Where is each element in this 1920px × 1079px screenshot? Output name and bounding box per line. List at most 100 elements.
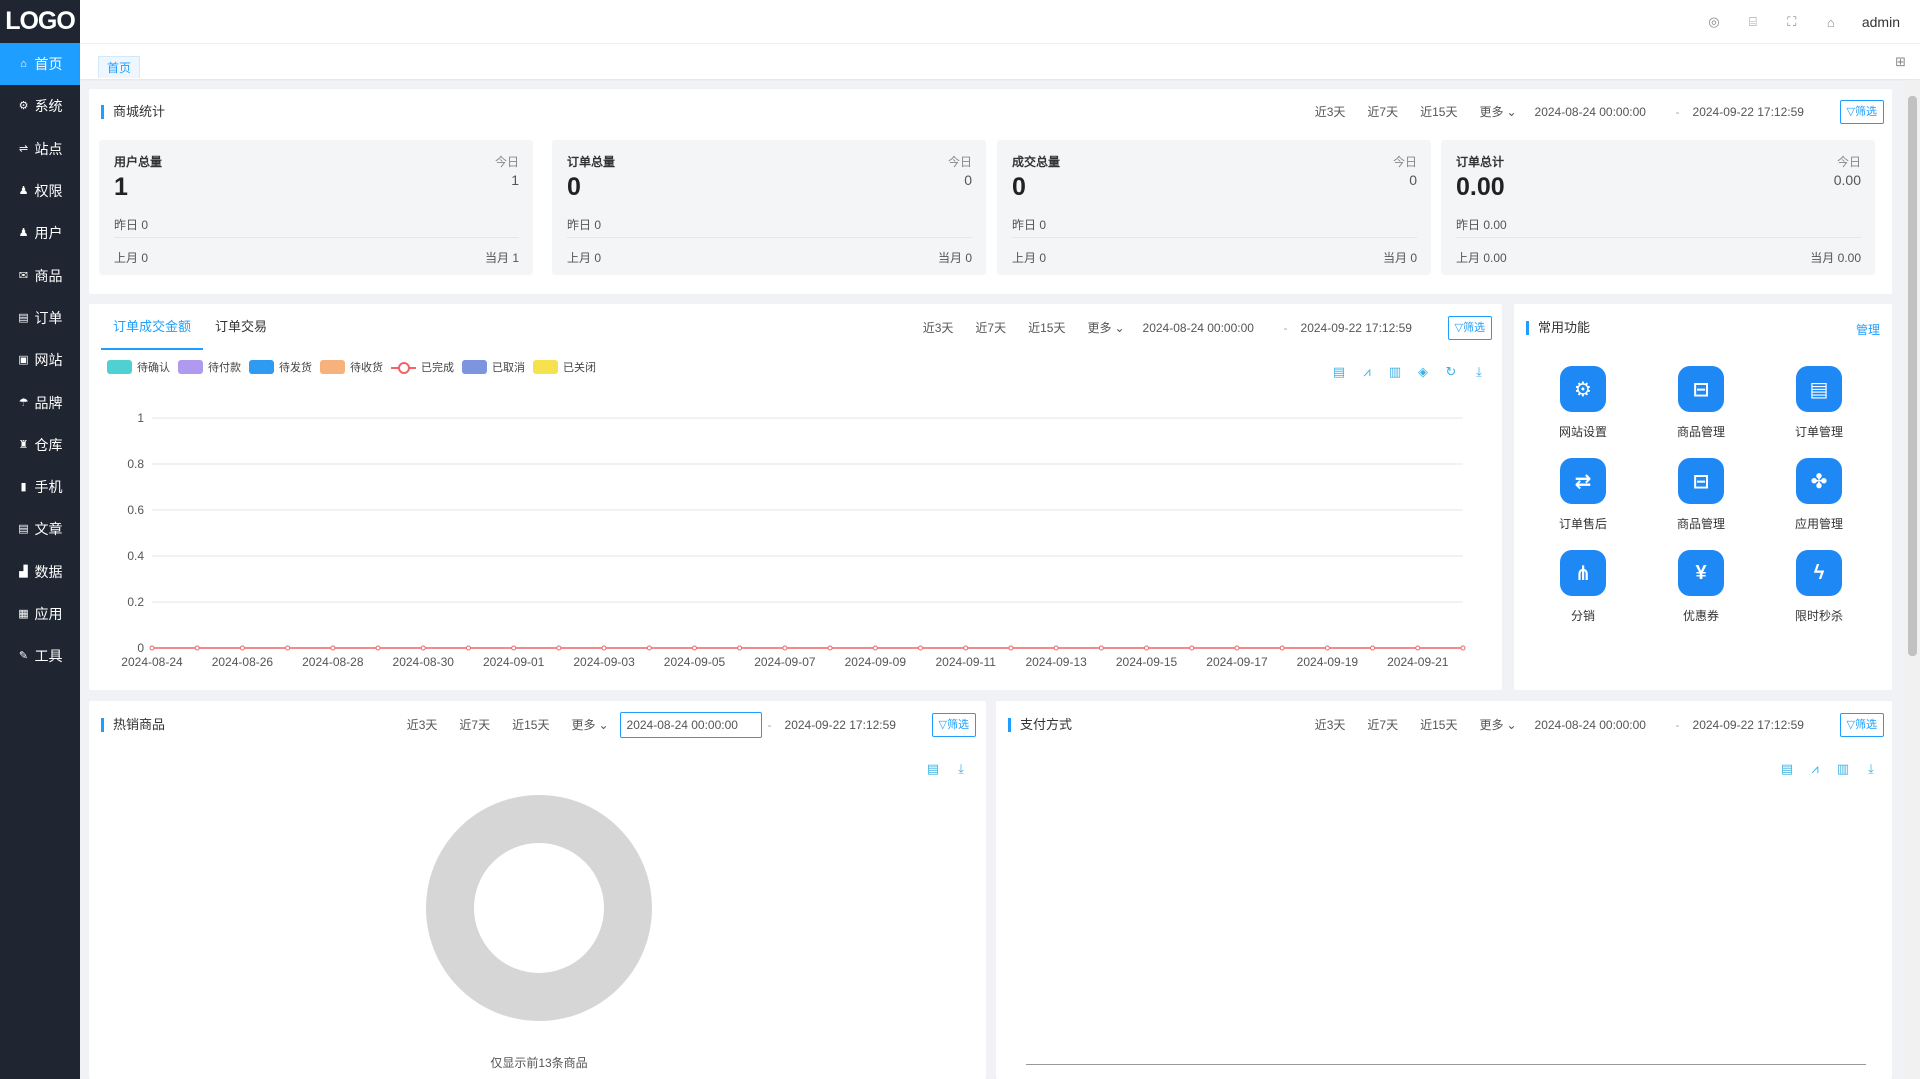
clear-cache-icon[interactable]: ⌸ [1745, 14, 1761, 30]
tabs-menu-icon[interactable]: ⊞ [1895, 54, 1906, 70]
data-point [827, 645, 833, 651]
sidebar-item-label: 首页 [34, 56, 63, 73]
y-tick-label: 0.2 [127, 595, 144, 609]
sidebar-item-label: 应用 [34, 606, 63, 622]
sidebar-item-tools[interactable]: ✎ 工具 [0, 635, 80, 677]
quick-item-coupon[interactable]: ¥ 优惠券 [1642, 550, 1760, 624]
line-chart-icon[interactable]: ⩘ [1808, 761, 1822, 776]
card-title: 用户总量 [114, 155, 163, 169]
range-3d-button[interactable]: 近3天 [1304, 713, 1357, 737]
x-tick-label: 2024-08-26 [212, 655, 274, 669]
sidebar-item-system[interactable]: ⚙ 系统 [0, 85, 80, 127]
mall-stats-filters: 近3天 近7天 近15天 更多⌄ - ▽筛选 [1304, 99, 1884, 125]
hot-goods-donut [426, 795, 652, 1021]
sidebar-item-warehouse[interactable]: ♜ 仓库 [0, 424, 80, 466]
sidebar-item-site[interactable]: ⇌ 站点 [0, 128, 80, 170]
panel-title: 商城统计 [101, 105, 165, 119]
payment-panel: 支付方式 近3天 近7天 近15天 更多⌄ - ▽筛选 ▤ ⩘ ▥ ⤓ [996, 701, 1892, 1079]
range-3d-button[interactable]: 近3天 [1304, 100, 1357, 124]
data-view-icon[interactable]: ▤ [1780, 761, 1794, 776]
card-last-month: 上月 0 [114, 251, 149, 265]
range-7d-button[interactable]: 近7天 [1356, 713, 1409, 737]
chevron-down-icon: ⌄ [1506, 105, 1517, 119]
quick-item-distribution[interactable]: ⋔ 分销 [1524, 550, 1642, 624]
card-main-value: 1 [114, 173, 128, 201]
data-point [1370, 645, 1376, 651]
quick-item-goods-manage-2[interactable]: ⊟ 商品管理 [1642, 458, 1760, 532]
quick-item-flash-sale[interactable]: ϟ 限时秒杀 [1760, 550, 1878, 624]
stat-card-users: 用户总量 今日 1 1 昨日 0 上月 0 当月 1 [99, 140, 533, 275]
quick-item-app-manage[interactable]: ✤ 应用管理 [1760, 458, 1878, 532]
quick-item-order-manage[interactable]: ▤ 订单管理 [1760, 366, 1878, 440]
panel-title: 常用功能 [1526, 321, 1590, 335]
x-tick-label: 2024-09-05 [664, 655, 726, 669]
download-icon[interactable]: ⤓ [1864, 761, 1878, 776]
palette-icon[interactable]: ◎ [1706, 14, 1722, 30]
card-today-value: 1 [511, 172, 519, 188]
data-point [1415, 645, 1421, 651]
filter-button[interactable]: ▽筛选 [1839, 713, 1884, 737]
sidebar-item-website[interactable]: ▣ 网站 [0, 339, 80, 381]
sidebar-item-order[interactable]: ▤ 订单 [0, 297, 80, 339]
quick-label: 订单管理 [1794, 425, 1843, 439]
bar-chart-icon[interactable]: ▥ [1836, 761, 1850, 776]
sidebar-item-brand[interactable]: ☂ 品牌 [0, 381, 80, 423]
quick-item-site-settings[interactable]: ⚙ 网站设置 [1524, 366, 1642, 440]
article-icon: ▤ [18, 523, 29, 536]
sidebar-item-permission[interactable]: ♟ 权限 [0, 170, 80, 212]
x-tick-label: 2024-09-11 [935, 655, 996, 669]
header-actions: ◎ ⌸ ⛶ ⌂ admin [1706, 0, 1900, 44]
more-dropdown[interactable]: 更多 ⌄ [1468, 713, 1527, 737]
start-date-input[interactable] [1527, 712, 1670, 738]
more-dropdown[interactable]: 更多 ⌄ [1468, 100, 1527, 124]
quick-item-after-sales[interactable]: ⇄ 订单售后 [1524, 458, 1642, 532]
end-date-input[interactable] [1685, 99, 1828, 125]
manage-link[interactable]: 管理 [1856, 321, 1880, 338]
order-chart: 0 0.2 0.4 0.6 0.8 1 2024-08-24 2024-08-26 2024-0… [121, 411, 1466, 669]
sidebar-item-label: 商品 [34, 267, 63, 284]
flash-icon: ϟ [1796, 550, 1842, 596]
sidebar-item-article[interactable]: ▤ 文章 [0, 508, 80, 550]
data-point [1053, 645, 1059, 651]
card-today-label: 今日 [947, 155, 972, 169]
data-point [1234, 645, 1240, 651]
logo: LOGO [5, 7, 76, 35]
quick-label: 限时秒杀 [1794, 609, 1843, 623]
data-point [872, 645, 878, 651]
filter-icon: ▽ [1846, 719, 1855, 731]
quick-grid: ⚙ 网站设置 ⊟ 商品管理 ▤ 订单管理 ⇄ 订单售后 ⊟ 商品管理 ✤ 应用管理 ⋔ 分销 … [1524, 366, 1878, 624]
card-last-month: 上月 0 [1012, 251, 1047, 265]
card-title: 订单总量 [567, 155, 616, 169]
start-date-input[interactable] [1527, 99, 1670, 125]
fullscreen-icon[interactable]: ⛶ [1784, 14, 1800, 30]
quick-item-goods-manage[interactable]: ⊟ 商品管理 [1642, 366, 1760, 440]
data-point [330, 645, 336, 651]
card-today-value: 0.00 [1833, 172, 1861, 188]
card-yesterday: 昨日 0 [567, 218, 602, 232]
tab-home[interactable]: 首页 [98, 56, 141, 78]
end-date-input[interactable] [1685, 712, 1828, 738]
donut-ring [426, 795, 652, 1021]
range-15d-button[interactable]: 近15天 [1409, 100, 1468, 124]
sidebar-item-mobile[interactable]: ▮ 手机 [0, 466, 80, 508]
more-label: 更多 [1479, 105, 1504, 119]
sidebar-item-goods[interactable]: ✉ 商品 [0, 254, 80, 296]
x-tick-label: 2024-09-01 [483, 655, 545, 669]
user-menu[interactable]: admin [1862, 14, 1900, 30]
range-15d-button[interactable]: 近15天 [1409, 713, 1468, 737]
top-header: ◎ ⌸ ⛶ ⌂ admin [80, 0, 1920, 44]
sidebar-item-home[interactable]: ⌂ 首页 [0, 43, 80, 86]
chart-toolbox: ▤ ⩘ ▥ ⤓ [1780, 761, 1878, 776]
card-divider [1012, 237, 1417, 238]
scrollbar-thumb[interactable] [1908, 96, 1917, 656]
sidebar-item-user[interactable]: ♟ 用户 [0, 212, 80, 254]
filter-button[interactable]: ▽筛选 [1839, 100, 1884, 124]
sidebar-item-app[interactable]: ▦ 应用 [0, 593, 80, 635]
home-icon[interactable]: ⌂ [1823, 14, 1839, 30]
y-tick-label: 0.8 [127, 457, 144, 471]
y-tick-label: 1 [137, 411, 144, 425]
donut-note: 仅显示前13条商品 [490, 1056, 588, 1070]
range-7d-button[interactable]: 近7天 [1356, 100, 1409, 124]
card-title: 订单总计 [1456, 155, 1505, 169]
sidebar-item-data[interactable]: ▟ 数据 [0, 551, 80, 593]
